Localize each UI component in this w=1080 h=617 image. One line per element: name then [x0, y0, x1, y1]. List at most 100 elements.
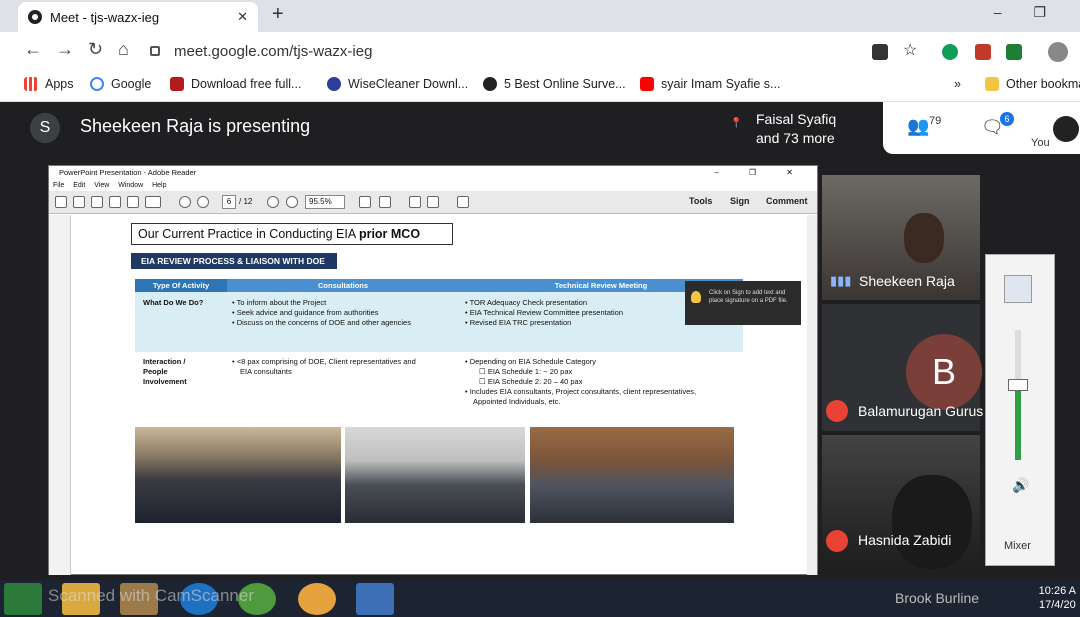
- participant-avatar: B: [906, 334, 982, 410]
- menu-view[interactable]: View: [94, 182, 109, 189]
- speaker-icon[interactable]: 🔊: [1012, 477, 1029, 494]
- meet-window: S Sheekeen Raja is presenting 📍 Faisal S…: [0, 102, 1080, 580]
- bookmarks-bar: Apps Google Download free full... WiseCl…: [0, 70, 1080, 102]
- sign-button[interactable]: Sign: [730, 196, 750, 206]
- row2-consultations: • <8 pax comprising of DOE, Client repre…: [232, 357, 416, 377]
- participant-tile-hasnida[interactable]: [822, 435, 980, 569]
- presenting-banner: Sheekeen Raja is presenting: [80, 116, 311, 136]
- page-up-icon[interactable]: [179, 196, 191, 208]
- meeting-photo-3: [530, 427, 734, 523]
- expand-icon[interactable]: [457, 196, 469, 208]
- window-controls[interactable]: – ❐: [994, 4, 1060, 21]
- start-icon[interactable]: [4, 583, 42, 615]
- save-icon[interactable]: [109, 196, 121, 208]
- bookmark-label: Download free full...: [191, 77, 302, 91]
- page-number-input[interactable]: 6: [222, 195, 236, 209]
- list-item: Discuss on the concerns of DOE and other…: [232, 318, 411, 328]
- address-bar[interactable]: meet.google.com/tjs-wazx-ieg: [150, 38, 850, 64]
- reload-icon[interactable]: ↻: [88, 39, 103, 60]
- clock-date: 17/4/20: [1038, 599, 1076, 611]
- bookmarks-overflow[interactable]: »: [954, 77, 961, 91]
- row2-label-line: Involvement: [143, 377, 187, 386]
- menu-help[interactable]: Help: [152, 182, 166, 189]
- email-icon[interactable]: [145, 196, 161, 208]
- volume-slider-thumb[interactable]: [1008, 379, 1028, 391]
- reader-sidebar[interactable]: [49, 215, 71, 575]
- self-avatar[interactable]: [1053, 116, 1079, 142]
- list-item: ☐ EIA Schedule 2: 20 – 40 pax: [479, 377, 583, 386]
- back-arrow-icon[interactable]: ←: [24, 39, 42, 60]
- reader-scrollbar[interactable]: [807, 215, 817, 575]
- grammarly-icon[interactable]: [942, 44, 958, 60]
- fit-page-icon[interactable]: [379, 196, 391, 208]
- list-item: • Depending on EIA Schedule Category: [465, 357, 597, 366]
- camera-blocked-icon[interactable]: [872, 44, 888, 60]
- menu-edit[interactable]: Edit: [73, 182, 85, 189]
- bookmark-label: Apps: [45, 77, 74, 91]
- home-icon[interactable]: ⌂: [118, 39, 129, 60]
- slide-title-text: Our Current Practice in Conducting EIA: [138, 227, 359, 241]
- speaking-icon: ▮▮▮: [830, 273, 852, 288]
- people-icon[interactable]: 👥: [907, 116, 929, 137]
- tools-button[interactable]: Tools: [689, 196, 712, 206]
- list-item: Appointed Individuals, etc.: [473, 397, 561, 406]
- bookmark-google[interactable]: Google: [90, 77, 151, 91]
- bookmark-surveys[interactable]: 5 Best Online Surve...: [483, 77, 626, 91]
- extension-green-icon[interactable]: [1006, 44, 1022, 60]
- slide-page: Our Current Practice in Conducting EIA p…: [121, 215, 806, 573]
- fit-width-icon[interactable]: [359, 196, 371, 208]
- presenter-avatar: S: [30, 113, 60, 143]
- menu-window[interactable]: Window: [118, 182, 143, 189]
- create-icon[interactable]: [55, 196, 67, 208]
- mixer-link[interactable]: Mixer: [1004, 540, 1031, 552]
- bookmark-download[interactable]: Download free full...: [170, 77, 301, 91]
- participant-name: Faisal Syafiq: [756, 111, 837, 127]
- open-icon[interactable]: [73, 196, 85, 208]
- list-item: • Includes EIA consultants, Project cons…: [465, 387, 697, 396]
- tab-close-icon[interactable]: ✕: [237, 9, 248, 25]
- edit-icon[interactable]: [91, 196, 103, 208]
- mail-icon[interactable]: [356, 583, 394, 615]
- participant-name: Balamurugan Gurus: [858, 403, 984, 419]
- comment-icon[interactable]: [409, 196, 421, 208]
- volume-level: [1015, 385, 1021, 460]
- mic-off-icon: [826, 530, 848, 552]
- new-tab-button[interactable]: +: [272, 3, 284, 26]
- bookmark-youtube[interactable]: syair Imam Syafie s...: [640, 77, 780, 91]
- system-clock[interactable]: 10:26 A 17/4/20: [1039, 584, 1076, 612]
- people-count: 79: [929, 115, 942, 127]
- zoom-out-icon[interactable]: [267, 196, 279, 208]
- reader-titlebar: PowerPoint Presentation - Adobe Reader –…: [49, 166, 817, 180]
- reader-toolbar: 6 / 12 95.5% Tools Sign Comment: [49, 191, 817, 214]
- print-icon[interactable]: [127, 196, 139, 208]
- bookmark-other[interactable]: Other bookma: [985, 77, 1080, 91]
- list-item: • <8 pax comprising of DOE, Client repre…: [232, 357, 416, 366]
- row1-trm: TOR Adequacy Check presentation EIA Tech…: [465, 298, 623, 328]
- reader-window-controls[interactable]: – ❐ ✕: [714, 166, 807, 180]
- star-icon[interactable]: ☆: [903, 40, 919, 59]
- paint-icon[interactable]: [298, 583, 336, 615]
- zoom-select[interactable]: 95.5%: [305, 195, 345, 209]
- pin-icon[interactable]: 📍: [730, 118, 742, 129]
- bookmark-label: Other bookma: [1006, 77, 1080, 91]
- reader-title: PowerPoint Presentation - Adobe Reader: [59, 168, 197, 177]
- tab-meet[interactable]: Meet - tjs-wazx-ieg ✕: [18, 2, 258, 32]
- sign-tooltip: Click on Sign to add text and place sign…: [685, 281, 801, 325]
- extension-red-icon[interactable]: [975, 44, 991, 60]
- apps-grid-icon: [24, 77, 38, 91]
- globe-icon: [483, 77, 497, 91]
- bookmark-wisecleaner[interactable]: WiseCleaner Downl...: [327, 77, 468, 91]
- header-consultations: Consultations: [227, 279, 459, 292]
- mic-off-icon: [826, 400, 848, 422]
- page-down-icon[interactable]: [197, 196, 209, 208]
- highlight-icon[interactable]: [427, 196, 439, 208]
- bookmark-label: syair Imam Syafie s...: [661, 77, 781, 91]
- row2-trm: • Depending on EIA Schedule Category ☐ E…: [465, 357, 696, 407]
- zoom-in-icon[interactable]: [286, 196, 298, 208]
- forward-arrow-icon[interactable]: →: [56, 39, 74, 60]
- comment-button[interactable]: Comment: [766, 196, 808, 206]
- row1-consultations: To inform about the Project Seek advice …: [232, 298, 411, 328]
- menu-file[interactable]: File: [53, 182, 64, 189]
- profile-avatar[interactable]: [1048, 42, 1068, 62]
- bookmark-apps[interactable]: Apps: [24, 77, 74, 91]
